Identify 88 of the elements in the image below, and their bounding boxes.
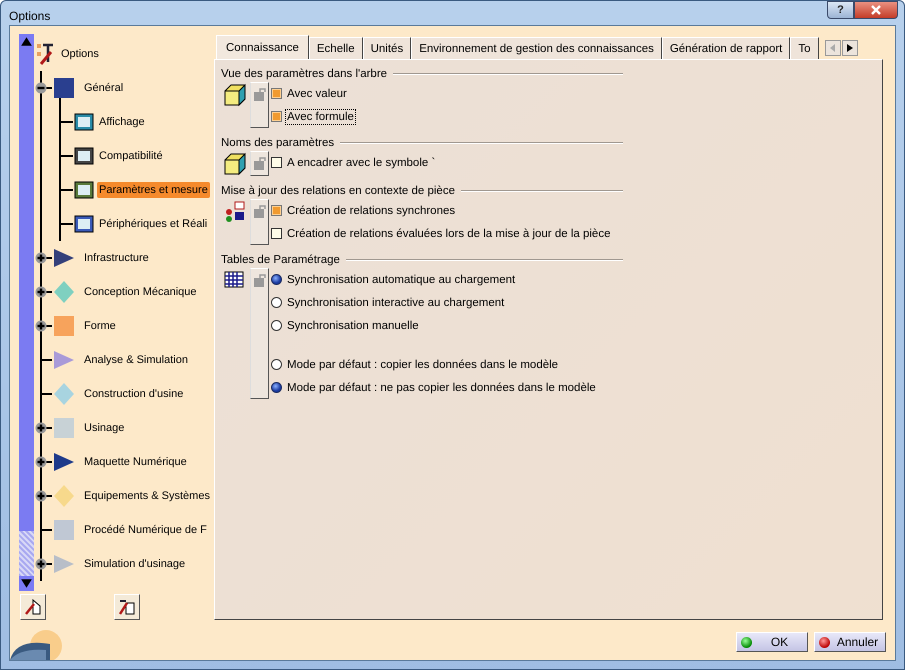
scroll-down-icon[interactable] bbox=[19, 576, 34, 591]
lock-button[interactable] bbox=[250, 151, 269, 176]
tree-item[interactable]: Simulation d'usinage bbox=[82, 556, 188, 572]
lock-button[interactable] bbox=[250, 268, 269, 399]
tree-item[interactable]: Paramètres et mesure bbox=[97, 182, 210, 198]
section-title: Tables de Paramétrage bbox=[221, 254, 340, 266]
tab[interactable]: Connaissance bbox=[216, 35, 309, 59]
tree-item[interactable]: Affichage bbox=[97, 114, 147, 130]
radio-button[interactable] bbox=[271, 297, 282, 308]
expand-icon[interactable] bbox=[35, 490, 47, 502]
document-tool-icon bbox=[118, 598, 136, 616]
tree-item[interactable]: Procédé Numérique de F bbox=[82, 522, 209, 538]
radio-button[interactable] bbox=[271, 274, 282, 285]
tree-item[interactable]: Conception Mécanique bbox=[82, 284, 199, 300]
tree-item[interactable]: Maquette Numérique bbox=[82, 454, 189, 470]
module-icon bbox=[52, 483, 76, 509]
tab[interactable]: Génération de rapport bbox=[662, 37, 790, 59]
ok-button[interactable]: OK bbox=[736, 632, 808, 652]
option-label: Création de relations synchrones bbox=[286, 204, 456, 218]
lock-icon bbox=[254, 156, 266, 170]
window-title: Options bbox=[9, 9, 50, 23]
tree-item[interactable]: Construction d'usine bbox=[82, 386, 186, 402]
radio-button[interactable] bbox=[271, 359, 282, 370]
scrollbar[interactable] bbox=[19, 34, 34, 591]
tree-item[interactable]: Usinage bbox=[82, 420, 126, 436]
module-icon bbox=[52, 279, 76, 305]
expand-icon[interactable] bbox=[35, 252, 47, 264]
checkbox[interactable] bbox=[271, 157, 282, 168]
lock-button[interactable] bbox=[250, 82, 269, 128]
tree-item[interactable]: Forme bbox=[82, 318, 118, 334]
tab[interactable]: Echelle bbox=[308, 37, 363, 59]
lock-button[interactable] bbox=[250, 199, 269, 245]
parameter-icon bbox=[223, 200, 247, 224]
tab-scroll-right-button[interactable] bbox=[842, 40, 858, 56]
option-label: Avec formule bbox=[285, 108, 356, 124]
cancel-button[interactable]: Annuler bbox=[814, 632, 886, 652]
parameter-icon bbox=[223, 83, 247, 107]
tree-item[interactable]: Analyse & Simulation bbox=[82, 352, 190, 368]
tab[interactable]: Unités bbox=[362, 37, 412, 59]
option-label: Mode par défaut : copier les données dans le modèle bbox=[286, 358, 560, 372]
checkbox[interactable] bbox=[271, 228, 282, 239]
close-icon bbox=[869, 4, 883, 16]
radio-button[interactable] bbox=[271, 382, 282, 393]
house-tool-icon bbox=[24, 598, 42, 616]
tree-item[interactable]: Options bbox=[59, 46, 101, 62]
module-icon bbox=[52, 313, 76, 339]
lock-icon bbox=[254, 273, 266, 287]
checkbox[interactable] bbox=[271, 111, 282, 122]
help-button[interactable]: ? bbox=[827, 1, 854, 19]
tree-item[interactable]: Compatibilité bbox=[97, 148, 165, 164]
lock-icon bbox=[254, 87, 266, 101]
expand-icon[interactable] bbox=[35, 456, 47, 468]
option-label: Création de relations évaluées lors de la mise à jour de la pièce bbox=[286, 226, 612, 242]
option-label: Synchronisation manuelle bbox=[286, 318, 420, 334]
parameter-icon bbox=[223, 152, 247, 176]
right-arrow-icon bbox=[846, 44, 853, 52]
tab[interactable]: Environnement de gestion des connaissances bbox=[411, 37, 662, 59]
tree-item[interactable]: Infrastructure bbox=[82, 250, 151, 266]
section-title: Noms des paramètres bbox=[221, 137, 334, 149]
expand-icon[interactable] bbox=[35, 558, 47, 570]
option-label: Synchronisation interactive au chargement bbox=[286, 296, 506, 310]
tree-item[interactable]: Général bbox=[82, 80, 126, 96]
module-icon bbox=[52, 75, 76, 101]
expand-icon[interactable] bbox=[35, 320, 47, 332]
option-label: Avec valeur bbox=[286, 86, 348, 102]
checkbox[interactable] bbox=[271, 205, 282, 216]
collapse-icon[interactable] bbox=[35, 82, 47, 94]
tab[interactable]: To bbox=[790, 37, 819, 59]
scroll-up-icon[interactable] bbox=[19, 34, 34, 49]
module-icon bbox=[52, 517, 76, 543]
radio-button[interactable] bbox=[271, 320, 282, 331]
expand-icon[interactable] bbox=[35, 286, 47, 298]
lock-icon bbox=[254, 204, 266, 218]
checkbox[interactable] bbox=[271, 88, 282, 99]
option-label: Mode par défaut : ne pas copier les données dans le modèle bbox=[286, 380, 597, 396]
tree-item[interactable]: Equipements & Systèmes bbox=[82, 488, 211, 504]
section-title: Mise à jour des relations en contexte de pièce bbox=[221, 185, 455, 197]
option-label: Synchronisation automatique au chargement bbox=[286, 272, 516, 288]
module-icon bbox=[52, 381, 76, 407]
reset-button[interactable] bbox=[20, 594, 46, 620]
expand-icon[interactable] bbox=[35, 422, 47, 434]
option-label: A encadrer avec le symbole ` bbox=[286, 156, 436, 170]
left-arrow-icon bbox=[830, 44, 836, 52]
module-icon bbox=[52, 415, 76, 441]
close-button[interactable] bbox=[854, 1, 898, 19]
export-button[interactable] bbox=[114, 594, 140, 620]
tree-item[interactable]: Périphériques et Réali bbox=[97, 216, 210, 232]
section-title: Vue des paramètres dans l'arbre bbox=[221, 68, 388, 80]
